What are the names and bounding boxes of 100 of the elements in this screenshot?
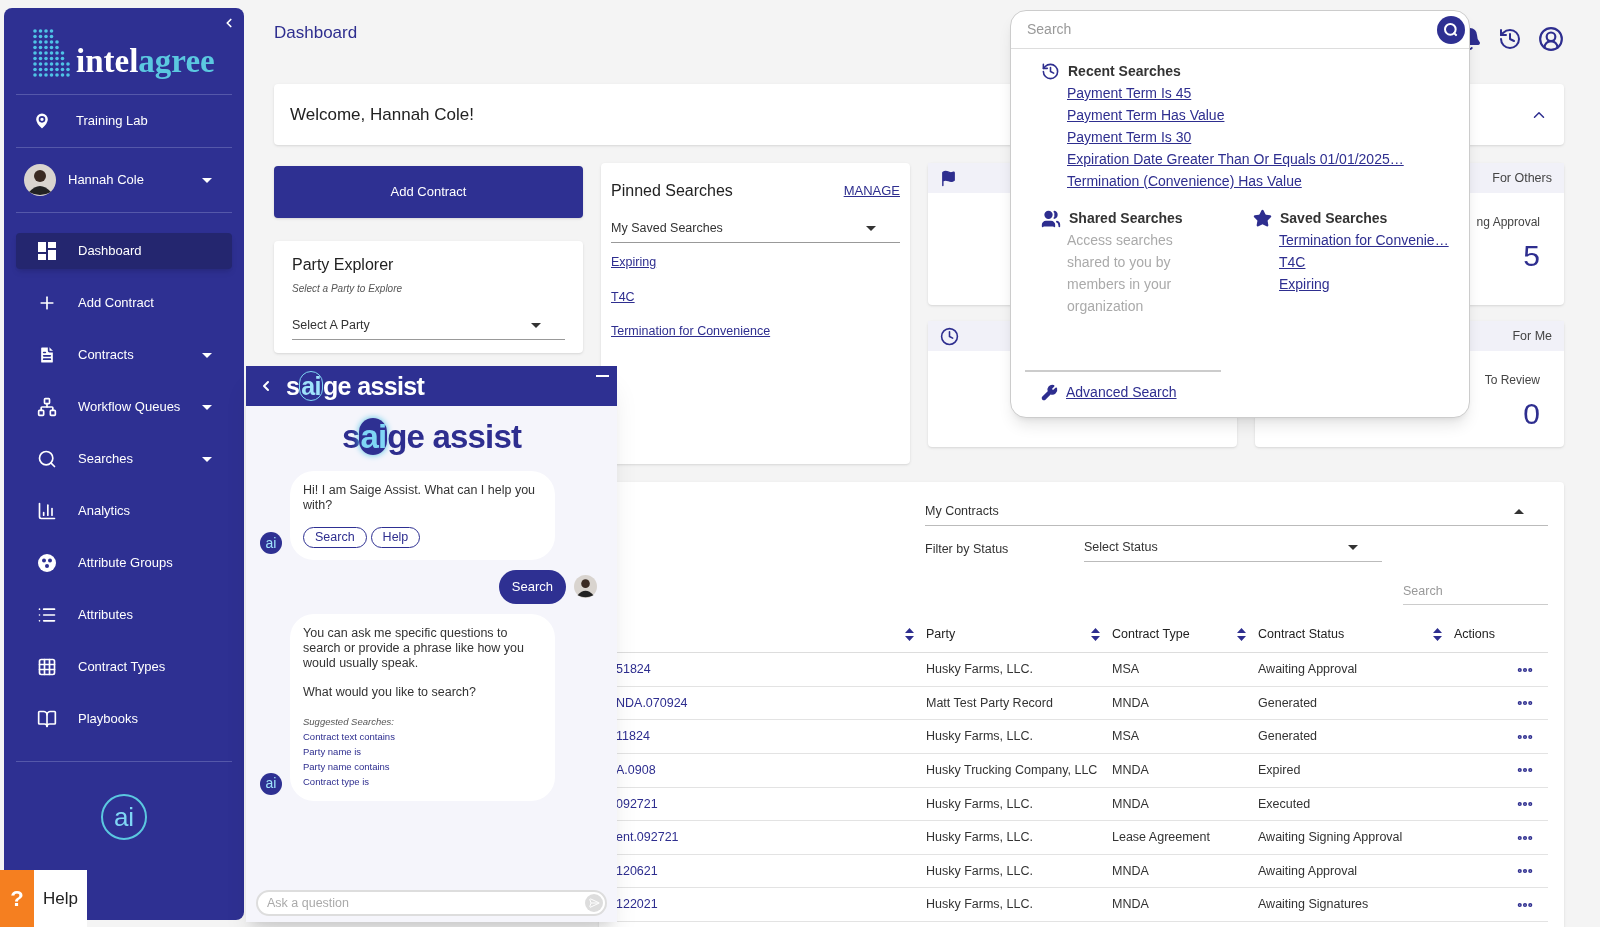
question-field[interactable]: Ask a question — [256, 890, 607, 916]
page-title: Dashboard — [274, 22, 358, 44]
advanced-search-link[interactable]: Advanced Search — [1066, 382, 1177, 403]
saige-assist-logo: saige assist — [286, 373, 425, 399]
pinned-search-link[interactable]: Termination for Convenience — [611, 322, 771, 341]
nav-item[interactable]: Dashboard — [16, 233, 232, 269]
table-cell: Matt Test Party Record — [926, 695, 1053, 710]
avatar — [24, 164, 56, 196]
card-header-label: For Me — [1512, 327, 1552, 345]
column-header: Contract Status — [1258, 626, 1346, 644]
message-text: Hi! I am Saige Assist. What can I help you with? — [303, 483, 537, 513]
nav-item[interactable]: Attribute Groups — [16, 545, 232, 581]
table-cell: Lease Agreement — [1112, 830, 1210, 845]
suggested-search-link[interactable]: Contract text contains — [303, 728, 395, 744]
table-cell: Generated — [1258, 695, 1318, 710]
welcome-text: Welcome, Hannah Cole! — [290, 103, 474, 126]
contract-link[interactable]: A.0908 — [616, 762, 656, 777]
nav-item[interactable]: Contracts — [16, 337, 232, 373]
history-icon[interactable] — [1498, 27, 1522, 51]
table-cell: MNDA — [1112, 863, 1149, 878]
table-cell: Awaiting Signatures — [1258, 897, 1369, 912]
card-title: Pinned Searches — [611, 181, 734, 201]
table-cell: Awaiting Approval — [1258, 662, 1358, 677]
recent-search-link[interactable]: Payment Term Is 30 — [1067, 126, 1192, 148]
table-cell: MSA — [1112, 729, 1140, 744]
status-select[interactable]: Select Status — [1084, 537, 1382, 562]
search-button[interactable] — [1437, 15, 1465, 44]
help-button[interactable]: ? Help — [0, 870, 87, 927]
section-title: Shared Searches — [1069, 209, 1183, 228]
saved-searches-select[interactable]: My Saved Searches — [611, 219, 900, 243]
saved-search-link[interactable]: Expiring — [1279, 273, 1330, 295]
nav-item[interactable]: Analytics — [16, 493, 232, 529]
recent-search-link[interactable]: Payment Term Has Value — [1067, 104, 1225, 126]
pinned-search-link[interactable]: T4C — [611, 287, 635, 307]
column-header: Contract Type — [1112, 626, 1191, 644]
party-select[interactable]: Select A Party — [292, 316, 565, 340]
flag-icon — [940, 169, 957, 187]
column-header: Party — [926, 626, 957, 644]
contract-link[interactable]: 122021 — [616, 897, 658, 912]
assistant-badge: ai — [260, 772, 282, 795]
table-cell: Husky Farms, LLC. — [926, 729, 1033, 744]
people-icon — [1041, 208, 1061, 229]
saige-assist-logo: saige assist — [341, 420, 522, 453]
nav-item[interactable]: Add Contract — [16, 285, 232, 321]
nav-item[interactable]: Contract Types — [16, 649, 232, 685]
list-icon — [37, 605, 57, 625]
table-cell: Awaiting Approval — [1258, 863, 1358, 878]
sort-icon[interactable] — [1237, 628, 1246, 642]
contract-link[interactable]: 092721 — [616, 796, 658, 811]
clock-icon — [940, 326, 959, 346]
suggested-search-link[interactable]: Party name contains — [303, 758, 390, 774]
manage-link[interactable]: MANAGE — [843, 181, 900, 201]
recent-search-link[interactable]: Expiration Date Greater Than Or Equals 01/01/2025… — [1067, 148, 1404, 170]
suggested-search-link[interactable]: Party name is — [303, 743, 362, 759]
add-contract-button[interactable]: Add Contract — [274, 166, 583, 218]
user-name[interactable]: Hannah Cole — [68, 170, 190, 190]
contracts-view-select[interactable]: My Contracts — [925, 502, 1548, 526]
sort-icon[interactable] — [1433, 628, 1442, 642]
suggested-search-link[interactable]: Contract type is — [303, 773, 369, 789]
table-cell: Husky Farms, LLC. — [926, 796, 1033, 811]
table-cell: Awaiting Signing Approval — [1258, 830, 1403, 845]
card-subtitle: Select a Party to Explore — [292, 282, 404, 296]
nav-item[interactable]: Workflow Queues — [16, 389, 232, 425]
table-cell: Executed — [1258, 796, 1311, 811]
contract-link[interactable]: 51824 — [616, 662, 651, 677]
contract-link[interactable]: 11824 — [616, 729, 650, 744]
stat-label: ng Approval — [1476, 214, 1540, 231]
location-label[interactable]: Training Lab — [76, 111, 148, 131]
column-header: Actions — [1454, 626, 1496, 644]
dashboard-icon — [38, 242, 56, 260]
table-search-field[interactable]: Search — [1403, 581, 1548, 606]
contract-link[interactable]: ent.092721 — [616, 830, 679, 845]
stat-label: To Review — [1484, 372, 1540, 389]
sort-icon[interactable] — [905, 628, 914, 642]
recent-search-link[interactable]: Payment Term Is 45 — [1067, 82, 1192, 104]
recent-search-link[interactable]: Termination (Convenience) Has Value — [1067, 170, 1302, 192]
table-cell: MSA — [1112, 662, 1140, 677]
dots-circle-icon — [37, 553, 57, 573]
caret-icon — [1348, 544, 1358, 550]
shared-searches-note: Access searches shared to you by members in your organization — [1066, 231, 1174, 316]
saved-search-link[interactable]: T4C — [1279, 251, 1306, 273]
hierarchy-icon — [37, 397, 57, 417]
table-cell: MNDA — [1112, 796, 1149, 811]
account-icon[interactable] — [1538, 26, 1564, 52]
card-header-label: For Others — [1492, 169, 1552, 187]
nav-item[interactable]: Playbooks — [16, 701, 232, 737]
nav-item[interactable]: Attributes — [16, 597, 232, 633]
search-field[interactable]: Search — [1027, 19, 1437, 40]
nav-item[interactable]: Searches — [16, 441, 232, 477]
table-cell: MNDA — [1112, 762, 1149, 777]
logo-icon — [32, 28, 72, 78]
sort-icon[interactable] — [1091, 628, 1100, 642]
stat-value: 0 — [1523, 399, 1540, 429]
contract-link[interactable]: NDA.070924 — [616, 695, 688, 710]
section-title: Saved Searches — [1280, 209, 1388, 228]
caret-icon — [1514, 508, 1524, 514]
ai-assistant-button[interactable]: ai — [101, 794, 147, 840]
pinned-search-link[interactable]: Expiring — [611, 252, 657, 272]
saved-search-link[interactable]: Termination for Convenie… — [1279, 229, 1449, 251]
contract-link[interactable]: 120621 — [616, 863, 658, 878]
